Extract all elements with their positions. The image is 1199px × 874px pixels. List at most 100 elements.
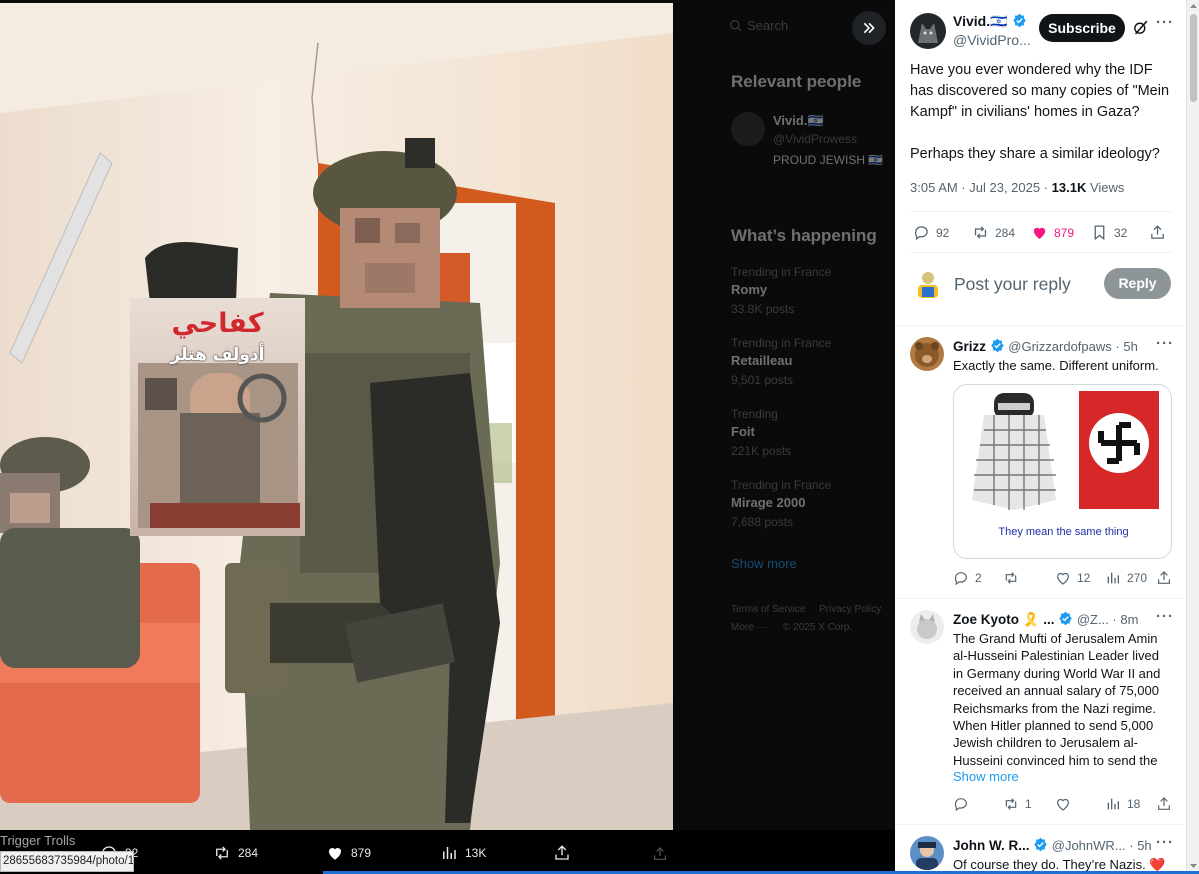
reply-avatar[interactable] xyxy=(910,610,944,644)
footer-link: Terms of Service xyxy=(731,604,806,615)
media-share-button[interactable] xyxy=(553,844,571,862)
post-bookmark-button[interactable]: 32 xyxy=(1091,224,1127,241)
verified-badge-icon xyxy=(990,338,1004,353)
media-action-bar: Trigger Trolls 92 284 879 13K xyxy=(0,830,895,874)
show-more-link[interactable]: Show more xyxy=(953,769,1019,784)
reply-repost-button[interactable] xyxy=(1003,570,1025,586)
expand-panel-button[interactable] xyxy=(852,11,886,45)
reply-author-handle[interactable]: @Z... xyxy=(1077,612,1109,627)
post-timestamp[interactable]: 3:05 AM · Jul 23, 2025 · xyxy=(910,180,1048,195)
post-repost-button[interactable]: 284 xyxy=(972,224,1015,241)
scroll-down-arrow-icon[interactable] xyxy=(1189,862,1198,870)
background-happening-heading: What’s happening xyxy=(731,226,877,245)
trend-name: Romy xyxy=(731,282,768,297)
wolf-avatar-icon xyxy=(918,23,938,43)
author-handle[interactable]: @VividPro... xyxy=(953,32,1031,48)
media-views-button[interactable]: 13K xyxy=(440,844,486,862)
post-text-paragraph: Perhaps they share a similar ideology? xyxy=(910,146,1160,162)
reply-input[interactable]: Post your reply xyxy=(954,274,1071,295)
reply-views-button[interactable]: 18 xyxy=(1105,796,1140,812)
share-icon[interactable] xyxy=(1156,796,1172,812)
reply-author-name[interactable]: Zoe Kyoto 🎗️ ... xyxy=(953,612,1055,627)
background-relevant-people-heading: Relevant people xyxy=(731,72,862,91)
reply-more-icon[interactable]: ··· xyxy=(1156,335,1174,352)
reply-icon xyxy=(954,572,967,586)
bar-chart-icon xyxy=(1107,798,1119,810)
more-options-icon[interactable]: ··· xyxy=(1156,14,1174,31)
divider xyxy=(895,598,1186,599)
reply-time[interactable]: · 5h xyxy=(1115,339,1137,354)
bar-chart-icon xyxy=(1107,572,1119,584)
trend-context: Trending in France xyxy=(731,478,832,492)
bookmark-icon xyxy=(1094,225,1105,241)
reply-author-name[interactable]: Grizz xyxy=(953,339,986,354)
book-author: أدولف هتلر xyxy=(170,345,265,365)
trend-name: Retailleau xyxy=(731,353,793,368)
reply-repost-button[interactable]: 1 xyxy=(1003,796,1032,812)
reply-author-name[interactable]: John W. R... xyxy=(953,838,1030,853)
overlay-link[interactable]: Trigger Trolls xyxy=(0,833,75,848)
reply-image[interactable]: They mean the same thing xyxy=(953,384,1172,559)
background-sidebar: Search Relevant people Vivid.🇮🇱 @VividPr… xyxy=(673,0,895,830)
subscribe-button[interactable]: Subscribe xyxy=(1039,14,1125,42)
reply-reply-button[interactable]: 2 xyxy=(953,570,982,586)
trend-name: Mirage 2000 xyxy=(731,495,806,510)
media-repost-count: 284 xyxy=(238,846,259,860)
post-like-button[interactable]: 879 xyxy=(1031,224,1074,241)
background-person-name: Vivid.🇮🇱 xyxy=(773,113,824,128)
post-bookmark-count: 32 xyxy=(1114,225,1128,240)
reply-avatar[interactable] xyxy=(910,337,944,371)
post-detail-panel: Vivid.🇮🇱 @VividPro... Subscribe ··· Have… xyxy=(895,0,1186,874)
reply-header: Grizz @Grizzardofpaws · 5h xyxy=(953,338,1138,354)
author-name-row[interactable]: Vivid.🇮🇱 xyxy=(953,13,1027,31)
reply-more-icon[interactable]: ··· xyxy=(1156,608,1174,625)
reply-repost-count: 1 xyxy=(1025,797,1032,811)
reply-author-handle[interactable]: @JohnWR... xyxy=(1052,838,1126,853)
reply-author-handle[interactable]: @Grizzardofpaws xyxy=(1008,339,1112,354)
share-icon[interactable] xyxy=(1149,224,1166,241)
user-avatar-icon xyxy=(918,272,938,298)
post-text-paragraph: Have you ever wondered why the IDF has d… xyxy=(910,62,1170,120)
reply-header: John W. R... @JohnWR... · 5h xyxy=(953,837,1152,853)
reply-views-button[interactable]: 270 xyxy=(1105,570,1147,586)
trend-context: Trending xyxy=(731,407,778,421)
post-photo[interactable]: كفاحي أدولف هتلر xyxy=(0,3,673,830)
heart-icon xyxy=(328,847,342,860)
my-avatar[interactable] xyxy=(912,268,944,300)
scrollbar-thumb[interactable] xyxy=(1190,14,1197,102)
share-icon[interactable] xyxy=(1156,570,1172,586)
reply-like-button[interactable] xyxy=(1055,796,1077,812)
reply-views-count: 18 xyxy=(1127,797,1141,811)
media-like-button[interactable]: 879 xyxy=(326,844,371,862)
reply-like-button[interactable]: 12 xyxy=(1055,570,1090,586)
reply-reply-count: 2 xyxy=(975,571,982,585)
post-repost-count: 284 xyxy=(995,225,1016,240)
footer-link: More ··· xyxy=(731,622,767,633)
reply-icon xyxy=(915,226,928,241)
post-views-count: 13.1K xyxy=(1051,180,1087,195)
repost-icon xyxy=(216,846,228,860)
verified-badge-icon xyxy=(1059,611,1072,626)
scroll-up-arrow-icon[interactable] xyxy=(1189,2,1198,10)
reply-more-icon[interactable]: ··· xyxy=(1156,834,1174,851)
reply-avatar[interactable] xyxy=(910,836,944,870)
author-avatar[interactable] xyxy=(910,13,946,49)
author-name[interactable]: Vivid.🇮🇱 xyxy=(953,13,1008,29)
media-views-count: 13K xyxy=(465,846,487,860)
status-url-tooltip: 28655683735984/photo/1 xyxy=(0,851,134,872)
reply-time[interactable]: · 8m xyxy=(1112,612,1138,627)
grok-icon[interactable] xyxy=(1132,19,1149,36)
media-repost-button[interactable]: 284 xyxy=(213,844,258,862)
reply-time[interactable]: · 5h xyxy=(1129,838,1151,853)
post-reply-button[interactable]: 92 xyxy=(913,224,949,241)
scrollbar[interactable] xyxy=(1186,0,1199,874)
trend-posts: 9,501 posts xyxy=(731,373,794,387)
search-icon xyxy=(730,20,742,32)
heart-icon xyxy=(1057,798,1069,811)
reply-reply-button[interactable] xyxy=(953,796,975,812)
background-show-more: Show more xyxy=(731,556,797,571)
person-avatar-icon xyxy=(916,842,938,870)
verified-badge-icon xyxy=(1034,837,1047,852)
background-person-avatar xyxy=(731,112,765,146)
reply-button[interactable]: Reply xyxy=(1104,268,1171,299)
